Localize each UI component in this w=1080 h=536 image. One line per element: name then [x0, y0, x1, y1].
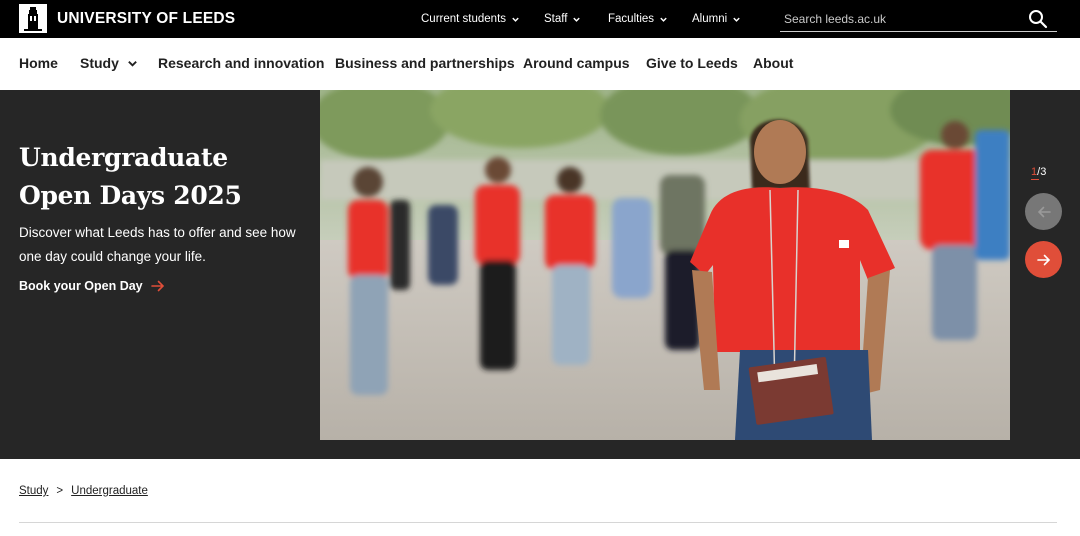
site-search [780, 7, 1057, 32]
topnav-label: Current students [421, 13, 507, 25]
next-slide-button[interactable] [1025, 241, 1062, 278]
divider [19, 522, 1057, 523]
breadcrumb-study[interactable]: Study [19, 485, 48, 497]
topnav-label: Staff [544, 13, 568, 25]
hero-title: Undergraduate Open Days 2025 [19, 139, 309, 215]
nav-study[interactable]: Study [80, 55, 138, 71]
arrow-right-icon [1036, 254, 1050, 265]
book-open-day-link[interactable]: Book your Open Day [19, 279, 165, 293]
breadcrumb: Study > Undergraduate [19, 485, 148, 497]
chevron-down-icon [660, 17, 667, 22]
topnav-alumni[interactable]: Alumni [692, 0, 741, 38]
breadcrumb-undergraduate[interactable]: Undergraduate [71, 485, 148, 497]
chevron-down-icon [512, 17, 519, 22]
nav-business-and-partnerships[interactable]: Business and partnerships [335, 55, 515, 71]
nav-home[interactable]: Home [19, 55, 58, 71]
hero-photo-students-open-day [320, 90, 1010, 440]
previous-slide-button[interactable] [1025, 193, 1062, 230]
nav-label: Research and innovation [158, 55, 325, 71]
hero-title-line-2: Open Days 2025 [19, 181, 242, 210]
slide-total: 3 [1040, 166, 1047, 178]
topnav-faculties[interactable]: Faculties [608, 0, 668, 38]
breadcrumb-separator: > [56, 485, 64, 497]
nav-label: Study [80, 55, 119, 71]
search-input[interactable] [784, 10, 1014, 28]
university-name: UNIVERSITY OF LEEDS [57, 9, 236, 27]
utility-bar: UNIVERSITY OF LEEDS Current students Sta… [0, 0, 1080, 38]
parkinson-tower-logo-icon [19, 4, 47, 33]
main-navigation: Home Study Research and innovation Busin… [0, 38, 1080, 90]
hero-carousel: Undergraduate Open Days 2025 Discover wh… [0, 90, 1080, 459]
topnav-label: Faculties [608, 13, 655, 25]
slide-indicator-line [1031, 179, 1039, 180]
chevron-down-icon [128, 60, 137, 67]
nav-label: About [753, 55, 794, 71]
cta-label: Book your Open Day [19, 279, 143, 293]
slide-counter: 1/3 [1031, 166, 1046, 178]
search-icon[interactable] [1027, 8, 1049, 30]
university-logo[interactable]: UNIVERSITY OF LEEDS [19, 4, 235, 33]
topnav-label: Alumni [692, 13, 728, 25]
nav-label: Home [19, 55, 58, 71]
arrow-right-icon [150, 280, 164, 292]
nav-label: Give to Leeds [646, 55, 738, 71]
nav-about[interactable]: About [753, 55, 793, 71]
arrow-left-icon [1037, 206, 1051, 217]
nav-label: Around campus [523, 55, 630, 71]
nav-around-campus[interactable]: Around campus [523, 55, 630, 71]
nav-give-to-leeds[interactable]: Give to Leeds [646, 55, 738, 71]
topnav-staff[interactable]: Staff [544, 0, 581, 38]
topnav-current-students[interactable]: Current students [421, 0, 520, 38]
chevron-down-icon [573, 17, 581, 22]
nav-research-and-innovation[interactable]: Research and innovation [158, 55, 324, 71]
nav-label: Business and partnerships [335, 55, 515, 71]
chevron-down-icon [733, 17, 740, 22]
hero-title-line-1: Undergraduate [19, 143, 228, 172]
hero-description: Discover what Leeds has to offer and see… [19, 225, 296, 264]
